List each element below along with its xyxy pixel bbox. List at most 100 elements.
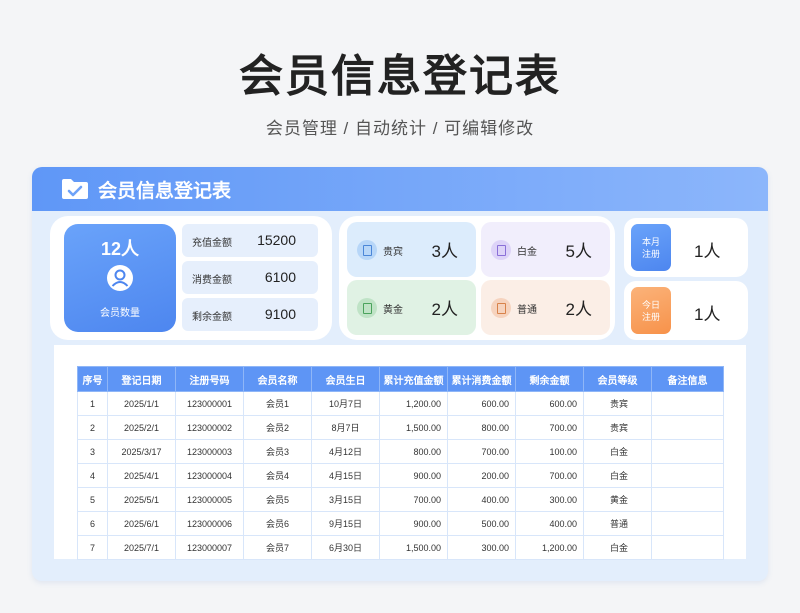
table-cell[interactable]: 123000005 (175, 487, 244, 512)
table-cell[interactable]: 会员2 (243, 415, 312, 440)
table-cell[interactable]: 800.00 (379, 439, 448, 464)
table-cell[interactable] (651, 511, 724, 536)
level-count: 2人 (431, 300, 458, 319)
table-cell[interactable]: 会员5 (243, 487, 312, 512)
time-panel: 本月 注册 1人 今日 注册 1人 (624, 216, 748, 340)
table-cell[interactable]: 800.00 (447, 415, 516, 440)
month-register-value: 1人 (694, 242, 721, 261)
table-cell[interactable]: 黄金 (583, 487, 652, 512)
table-cell[interactable] (651, 535, 724, 560)
table-cell[interactable]: 白金 (583, 463, 652, 488)
column-header[interactable]: 序号 (77, 366, 108, 392)
table-cell[interactable]: 会员3 (243, 439, 312, 464)
table-cell[interactable]: 600.00 (447, 391, 516, 416)
table-cell[interactable]: 白金 (583, 535, 652, 560)
table-cell[interactable] (651, 391, 724, 416)
table-cell[interactable]: 4月15日 (311, 463, 380, 488)
table-cell[interactable]: 白金 (583, 439, 652, 464)
table-cell[interactable]: 6 (77, 511, 108, 536)
table-cell[interactable] (651, 439, 724, 464)
column-header[interactable]: 备注信息 (651, 366, 724, 392)
table-area: 序号 登记日期 注册号码 会员名称 会员生日 累计充值金额 累计消费金额 剩余金… (54, 345, 746, 560)
today-tag: 今日 注册 (631, 287, 671, 334)
table-cell[interactable]: 1,500.00 (379, 415, 448, 440)
folder-check-icon (62, 179, 88, 199)
card-header: 会员信息登记表 (32, 167, 768, 211)
table-cell[interactable]: 7 (77, 535, 108, 560)
table-cell[interactable]: 200.00 (447, 463, 516, 488)
table-cell[interactable]: 2 (77, 415, 108, 440)
table-cell[interactable]: 普通 (583, 511, 652, 536)
table-cell[interactable]: 700.00 (515, 463, 584, 488)
remaining-value: 9100 (264, 306, 296, 322)
table-cell[interactable] (651, 415, 724, 440)
table-cell[interactable]: 700.00 (447, 439, 516, 464)
month-tag: 本月 注册 (631, 224, 671, 271)
table-cell[interactable]: 123000001 (175, 391, 244, 416)
consume-row: 消费金额 6100 (182, 261, 318, 294)
remaining-row: 剩余金额 9100 (182, 298, 318, 331)
table-cell[interactable]: 400.00 (447, 487, 516, 512)
column-header[interactable]: 登记日期 (107, 366, 176, 392)
table-cell[interactable]: 123000006 (175, 511, 244, 536)
user-icon (107, 265, 133, 291)
table-cell[interactable]: 400.00 (515, 511, 584, 536)
table-cell[interactable]: 2025/6/1 (107, 511, 176, 536)
table-cell[interactable]: 123000003 (175, 439, 244, 464)
table-cell[interactable]: 会员7 (243, 535, 312, 560)
table-cell[interactable]: 300.00 (447, 535, 516, 560)
table-cell[interactable]: 5 (77, 487, 108, 512)
column-header[interactable]: 累计消费金额 (447, 366, 516, 392)
table-cell[interactable]: 600.00 (515, 391, 584, 416)
table-cell[interactable]: 会员4 (243, 463, 312, 488)
table-cell[interactable]: 900.00 (379, 463, 448, 488)
table-cell[interactable]: 3 (77, 439, 108, 464)
table-cell[interactable]: 贵宾 (583, 415, 652, 440)
table-cell[interactable]: 900.00 (379, 511, 448, 536)
table-cell[interactable] (651, 463, 724, 488)
level-count: 2人 (565, 300, 592, 319)
card-icon (357, 298, 377, 318)
table-cell[interactable]: 100.00 (515, 439, 584, 464)
table-cell[interactable]: 123000007 (175, 535, 244, 560)
today-tag-line2: 注册 (641, 311, 660, 322)
table-cell[interactable]: 2025/1/1 (107, 391, 176, 416)
column-header[interactable]: 注册号码 (175, 366, 244, 392)
table-cell[interactable]: 700.00 (515, 415, 584, 440)
table-cell[interactable]: 2025/2/1 (107, 415, 176, 440)
table-cell[interactable]: 2025/4/1 (107, 463, 176, 488)
table-cell[interactable]: 3月15日 (311, 487, 380, 512)
table-cell[interactable]: 500.00 (447, 511, 516, 536)
table-cell[interactable]: 10月7日 (311, 391, 380, 416)
table-cell[interactable]: 8月7日 (311, 415, 380, 440)
today-tag-line1: 今日 (641, 299, 660, 310)
table-cell[interactable]: 4月12日 (311, 439, 380, 464)
table-cell[interactable]: 123000002 (175, 415, 244, 440)
table-cell[interactable]: 贵宾 (583, 391, 652, 416)
card-icon (491, 240, 511, 260)
table-cell[interactable]: 1,200.00 (515, 535, 584, 560)
table-cell[interactable]: 4 (77, 463, 108, 488)
table-cell[interactable]: 会员6 (243, 511, 312, 536)
table-cell[interactable]: 1,200.00 (379, 391, 448, 416)
table-cell[interactable]: 300.00 (515, 487, 584, 512)
table-cell[interactable]: 2025/7/1 (107, 535, 176, 560)
table-cell[interactable]: 9月15日 (311, 511, 380, 536)
table-cell[interactable]: 6月30日 (311, 535, 380, 560)
column-header[interactable]: 会员名称 (243, 366, 312, 392)
column-header[interactable]: 累计充值金额 (379, 366, 448, 392)
table-cell[interactable]: 123000004 (175, 463, 244, 488)
table-row: 6 2025/6/1 123000006 会员6 9月15日 900.00 500.00 40… (77, 511, 724, 536)
member-table: 序号 登记日期 注册号码 会员名称 会员生日 累计充值金额 累计消费金额 剩余金… (77, 366, 724, 560)
table-cell[interactable]: 1 (77, 391, 108, 416)
column-header[interactable]: 会员等级 (583, 366, 652, 392)
table-cell[interactable]: 1,500.00 (379, 535, 448, 560)
today-register-value: 1人 (694, 305, 721, 324)
table-cell[interactable]: 2025/3/17 (107, 439, 176, 464)
column-header[interactable]: 剩余金额 (515, 366, 584, 392)
table-cell[interactable] (651, 487, 724, 512)
column-header[interactable]: 会员生日 (311, 366, 380, 392)
table-cell[interactable]: 700.00 (379, 487, 448, 512)
table-cell[interactable]: 2025/5/1 (107, 487, 176, 512)
table-cell[interactable]: 会员1 (243, 391, 312, 416)
